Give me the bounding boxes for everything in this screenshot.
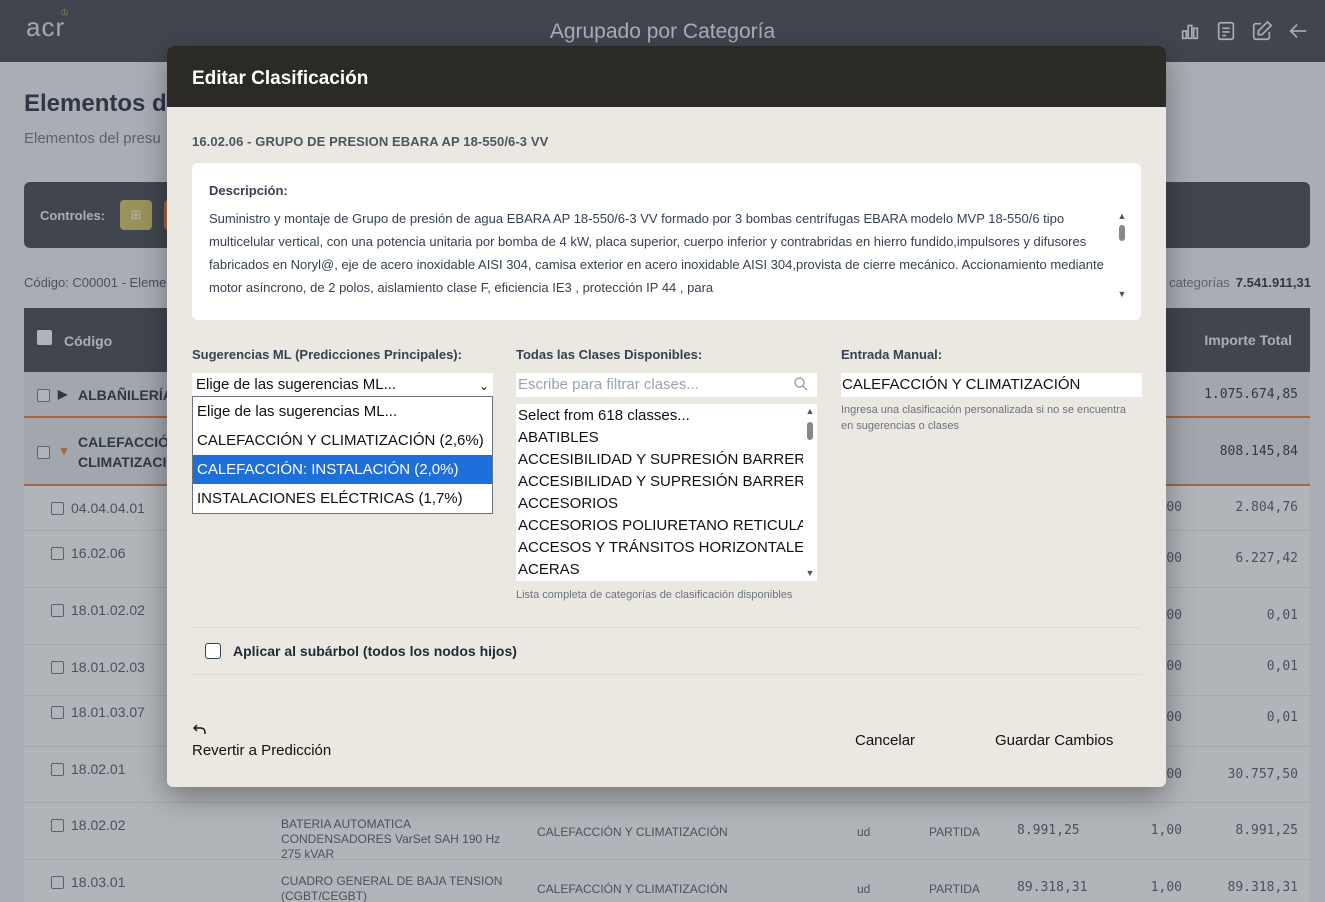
item-title: 16.02.06 - GRUPO DE PRESION EBARA AP 18-… bbox=[192, 134, 549, 149]
chevron-down-icon: ⌄ bbox=[478, 379, 489, 393]
manual-entry-input[interactable]: CALEFACCIÓN Y CLIMATIZACIÓN bbox=[841, 373, 1142, 397]
all-classes-label: Todas las Clases Disponibles: bbox=[516, 347, 703, 362]
save-changes-button[interactable]: Guardar Cambios bbox=[995, 732, 1113, 749]
scroll-thumb[interactable] bbox=[807, 422, 813, 440]
scroll-down-icon[interactable]: ▼ bbox=[805, 568, 815, 578]
ml-suggestions-select[interactable]: Elige de las sugerencias ML... ⌄ bbox=[192, 373, 493, 397]
class-listbox[interactable]: Select from 618 classes... ABATIBLES ACC… bbox=[516, 404, 817, 581]
class-filter-input[interactable]: Escribe para filtrar clases... bbox=[516, 373, 817, 397]
class-option[interactable]: ACCESIBILIDAD Y SUPRESIÓN BARRERAS bbox=[518, 449, 803, 471]
description-label: Descripción: bbox=[209, 183, 288, 198]
scroll-down-icon[interactable]: ▼ bbox=[1117, 289, 1127, 299]
undo-icon bbox=[192, 722, 208, 738]
scroll-up-icon[interactable]: ▲ bbox=[1117, 211, 1127, 221]
class-option[interactable]: ACCESIBILIDAD Y SUPRESIÓN BARRERAS bbox=[518, 471, 803, 493]
ml-option[interactable]: CALEFACCIÓN Y CLIMATIZACIÓN (2,6%) bbox=[193, 426, 492, 455]
description-text: Suministro y montaje de Grupo de presión… bbox=[209, 211, 1104, 295]
scroll-up-icon[interactable]: ▲ bbox=[805, 406, 815, 416]
search-icon bbox=[793, 376, 809, 392]
ml-suggestions-label: Sugerencias ML (Predicciones Principales… bbox=[192, 347, 462, 362]
ml-option-highlighted[interactable]: CALEFACCIÓN: INSTALACIÓN (2,0%) bbox=[193, 455, 492, 484]
manual-entry-label: Entrada Manual: bbox=[841, 347, 943, 362]
description-scrollbar[interactable]: ▲ ▼ bbox=[1117, 211, 1127, 299]
revert-to-prediction-button[interactable]: Revertir a Predicción bbox=[192, 722, 352, 766]
class-option[interactable]: ACCESORIOS POLIURETANO RETICULADO bbox=[518, 515, 803, 537]
dialog-title: Editar Clasificación bbox=[192, 68, 369, 89]
cancel-button[interactable]: Cancelar bbox=[855, 732, 915, 749]
class-option[interactable]: ACCESORIOS bbox=[518, 493, 803, 515]
class-option[interactable]: ACCESOS Y TRÁNSITOS HORIZONTALES bbox=[518, 537, 803, 559]
class-option[interactable]: Select from 618 classes... bbox=[518, 405, 803, 427]
apply-subtree-label[interactable]: Aplicar al subárbol (todos los nodos hij… bbox=[233, 643, 517, 659]
class-option[interactable]: ABATIBLES bbox=[518, 427, 803, 449]
ml-option[interactable]: Elige de las sugerencias ML... bbox=[193, 397, 492, 426]
class-option[interactable]: ACERAS bbox=[518, 559, 803, 581]
scroll-thumb[interactable] bbox=[1119, 225, 1125, 241]
apply-subtree-checkbox[interactable] bbox=[205, 643, 221, 659]
class-list-scrollbar[interactable]: ▲ ▼ bbox=[805, 406, 815, 578]
edit-classification-dialog: Editar Clasificación 16.02.06 - GRUPO DE… bbox=[167, 46, 1166, 787]
manual-entry-hint: Ingresa una clasificación personalizada … bbox=[841, 404, 1126, 432]
apply-subtree-row: Aplicar al subárbol (todos los nodos hij… bbox=[192, 627, 1141, 675]
class-list-hint: Lista completa de categorías de clasific… bbox=[516, 589, 793, 601]
ml-suggestions-dropdown: Elige de las sugerencias ML... CALEFACCI… bbox=[192, 396, 493, 514]
ml-option[interactable]: INSTALACIONES ELÉCTRICAS (1,7%) bbox=[193, 484, 492, 513]
description-box: Descripción: Suministro y montaje de Gru… bbox=[192, 163, 1141, 320]
dialog-header: Editar Clasificación bbox=[167, 46, 1166, 107]
